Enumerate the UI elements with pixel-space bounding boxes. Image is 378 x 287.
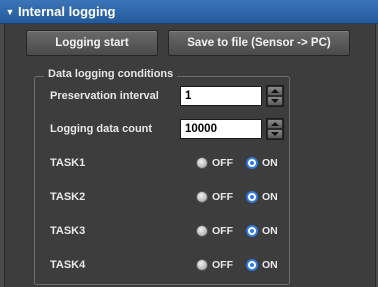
logging-data-count-spinner[interactable] bbox=[266, 118, 284, 140]
task3-off-radio[interactable] bbox=[196, 225, 208, 237]
task1-on-label: ON bbox=[262, 157, 278, 169]
task2-off-label: OFF bbox=[212, 191, 233, 203]
task4-label: TASK4 bbox=[50, 259, 86, 271]
collapse-triangle-icon[interactable]: ▼ bbox=[2, 7, 18, 17]
task2-on-label: ON bbox=[262, 191, 278, 203]
task4-on-radio[interactable] bbox=[246, 259, 258, 271]
task1-off-radio[interactable] bbox=[196, 157, 208, 169]
task3-label: TASK3 bbox=[50, 225, 86, 237]
logging-start-button[interactable]: Logging start bbox=[26, 30, 158, 56]
task1-on-radio[interactable] bbox=[246, 157, 258, 169]
section-title: Internal logging bbox=[18, 4, 116, 19]
logging-data-count-label: Logging data count bbox=[50, 123, 153, 135]
task1-label: TASK1 bbox=[50, 157, 86, 169]
spin-down-icon[interactable] bbox=[268, 97, 282, 105]
task2-off-radio[interactable] bbox=[196, 191, 208, 203]
task2-on-radio[interactable] bbox=[246, 191, 258, 203]
spin-up-icon[interactable] bbox=[268, 87, 282, 95]
task3-on-radio[interactable] bbox=[246, 225, 258, 237]
task2-label: TASK2 bbox=[50, 191, 86, 203]
group-legend: Data logging conditions bbox=[44, 68, 178, 80]
task4-on-label: ON bbox=[262, 259, 278, 271]
data-logging-conditions-group bbox=[34, 76, 290, 285]
task1-off-label: OFF bbox=[212, 157, 233, 169]
task3-off-label: OFF bbox=[212, 225, 233, 237]
preservation-interval-input[interactable]: 1 bbox=[180, 86, 262, 106]
save-to-file-button[interactable]: Save to file (Sensor -> PC) bbox=[168, 30, 350, 56]
task3-on-label: ON bbox=[262, 225, 278, 237]
preservation-interval-spinner[interactable] bbox=[266, 85, 284, 107]
task4-off-label: OFF bbox=[212, 259, 233, 271]
task4-off-radio[interactable] bbox=[196, 259, 208, 271]
section-header-internal-logging[interactable]: ▼ Internal logging bbox=[0, 0, 378, 24]
spin-up-icon[interactable] bbox=[268, 120, 282, 128]
spin-down-icon[interactable] bbox=[268, 130, 282, 138]
preservation-interval-label: Preservation interval bbox=[50, 90, 159, 102]
logging-data-count-input[interactable]: 10000 bbox=[180, 119, 262, 139]
